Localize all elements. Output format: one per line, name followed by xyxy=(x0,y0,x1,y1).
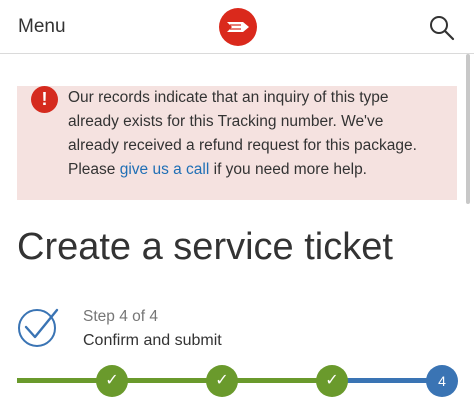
alert-line: already received a refund request for th… xyxy=(68,137,417,154)
page-title: Create a service ticket xyxy=(17,226,393,268)
alert-line: already exists for this Tracking number.… xyxy=(68,113,384,130)
search-icon[interactable] xyxy=(428,14,456,42)
progress-track-complete xyxy=(17,378,320,383)
check-icon: ✓ xyxy=(325,372,339,389)
progress-step-3: ✓ xyxy=(316,365,348,397)
check-icon: ✓ xyxy=(105,372,119,389)
alert-line: Please give us a call if you need more h… xyxy=(68,158,448,182)
progress-step-2: ✓ xyxy=(206,365,238,397)
top-header: Menu xyxy=(0,0,474,54)
check-icon: ✓ xyxy=(215,372,229,389)
canada-post-logo-icon[interactable] xyxy=(219,8,257,46)
check-circle-icon xyxy=(16,304,60,348)
exclamation-circle-icon: ! xyxy=(31,86,58,113)
give-us-a-call-link[interactable]: give us a call xyxy=(120,161,210,178)
error-alert: ! Our records indicate that an inquiry o… xyxy=(17,86,457,200)
step-name: Confirm and submit xyxy=(83,332,222,349)
alert-line: Our records indicate that an inquiry of … xyxy=(68,89,389,106)
step-progress-bar: ✓ ✓ ✓ 4 xyxy=(0,360,474,402)
menu-button[interactable]: Menu xyxy=(18,16,66,38)
alert-text-after-link: if you need more help. xyxy=(209,161,367,178)
step-count: Step 4 of 4 xyxy=(83,308,158,325)
scrollbar[interactable] xyxy=(466,54,470,204)
progress-step-1: ✓ xyxy=(96,365,128,397)
alert-message: Our records indicate that an inquiry of … xyxy=(68,86,448,182)
alert-text-before-link: Please xyxy=(68,161,120,178)
progress-step-4: 4 xyxy=(426,365,458,397)
